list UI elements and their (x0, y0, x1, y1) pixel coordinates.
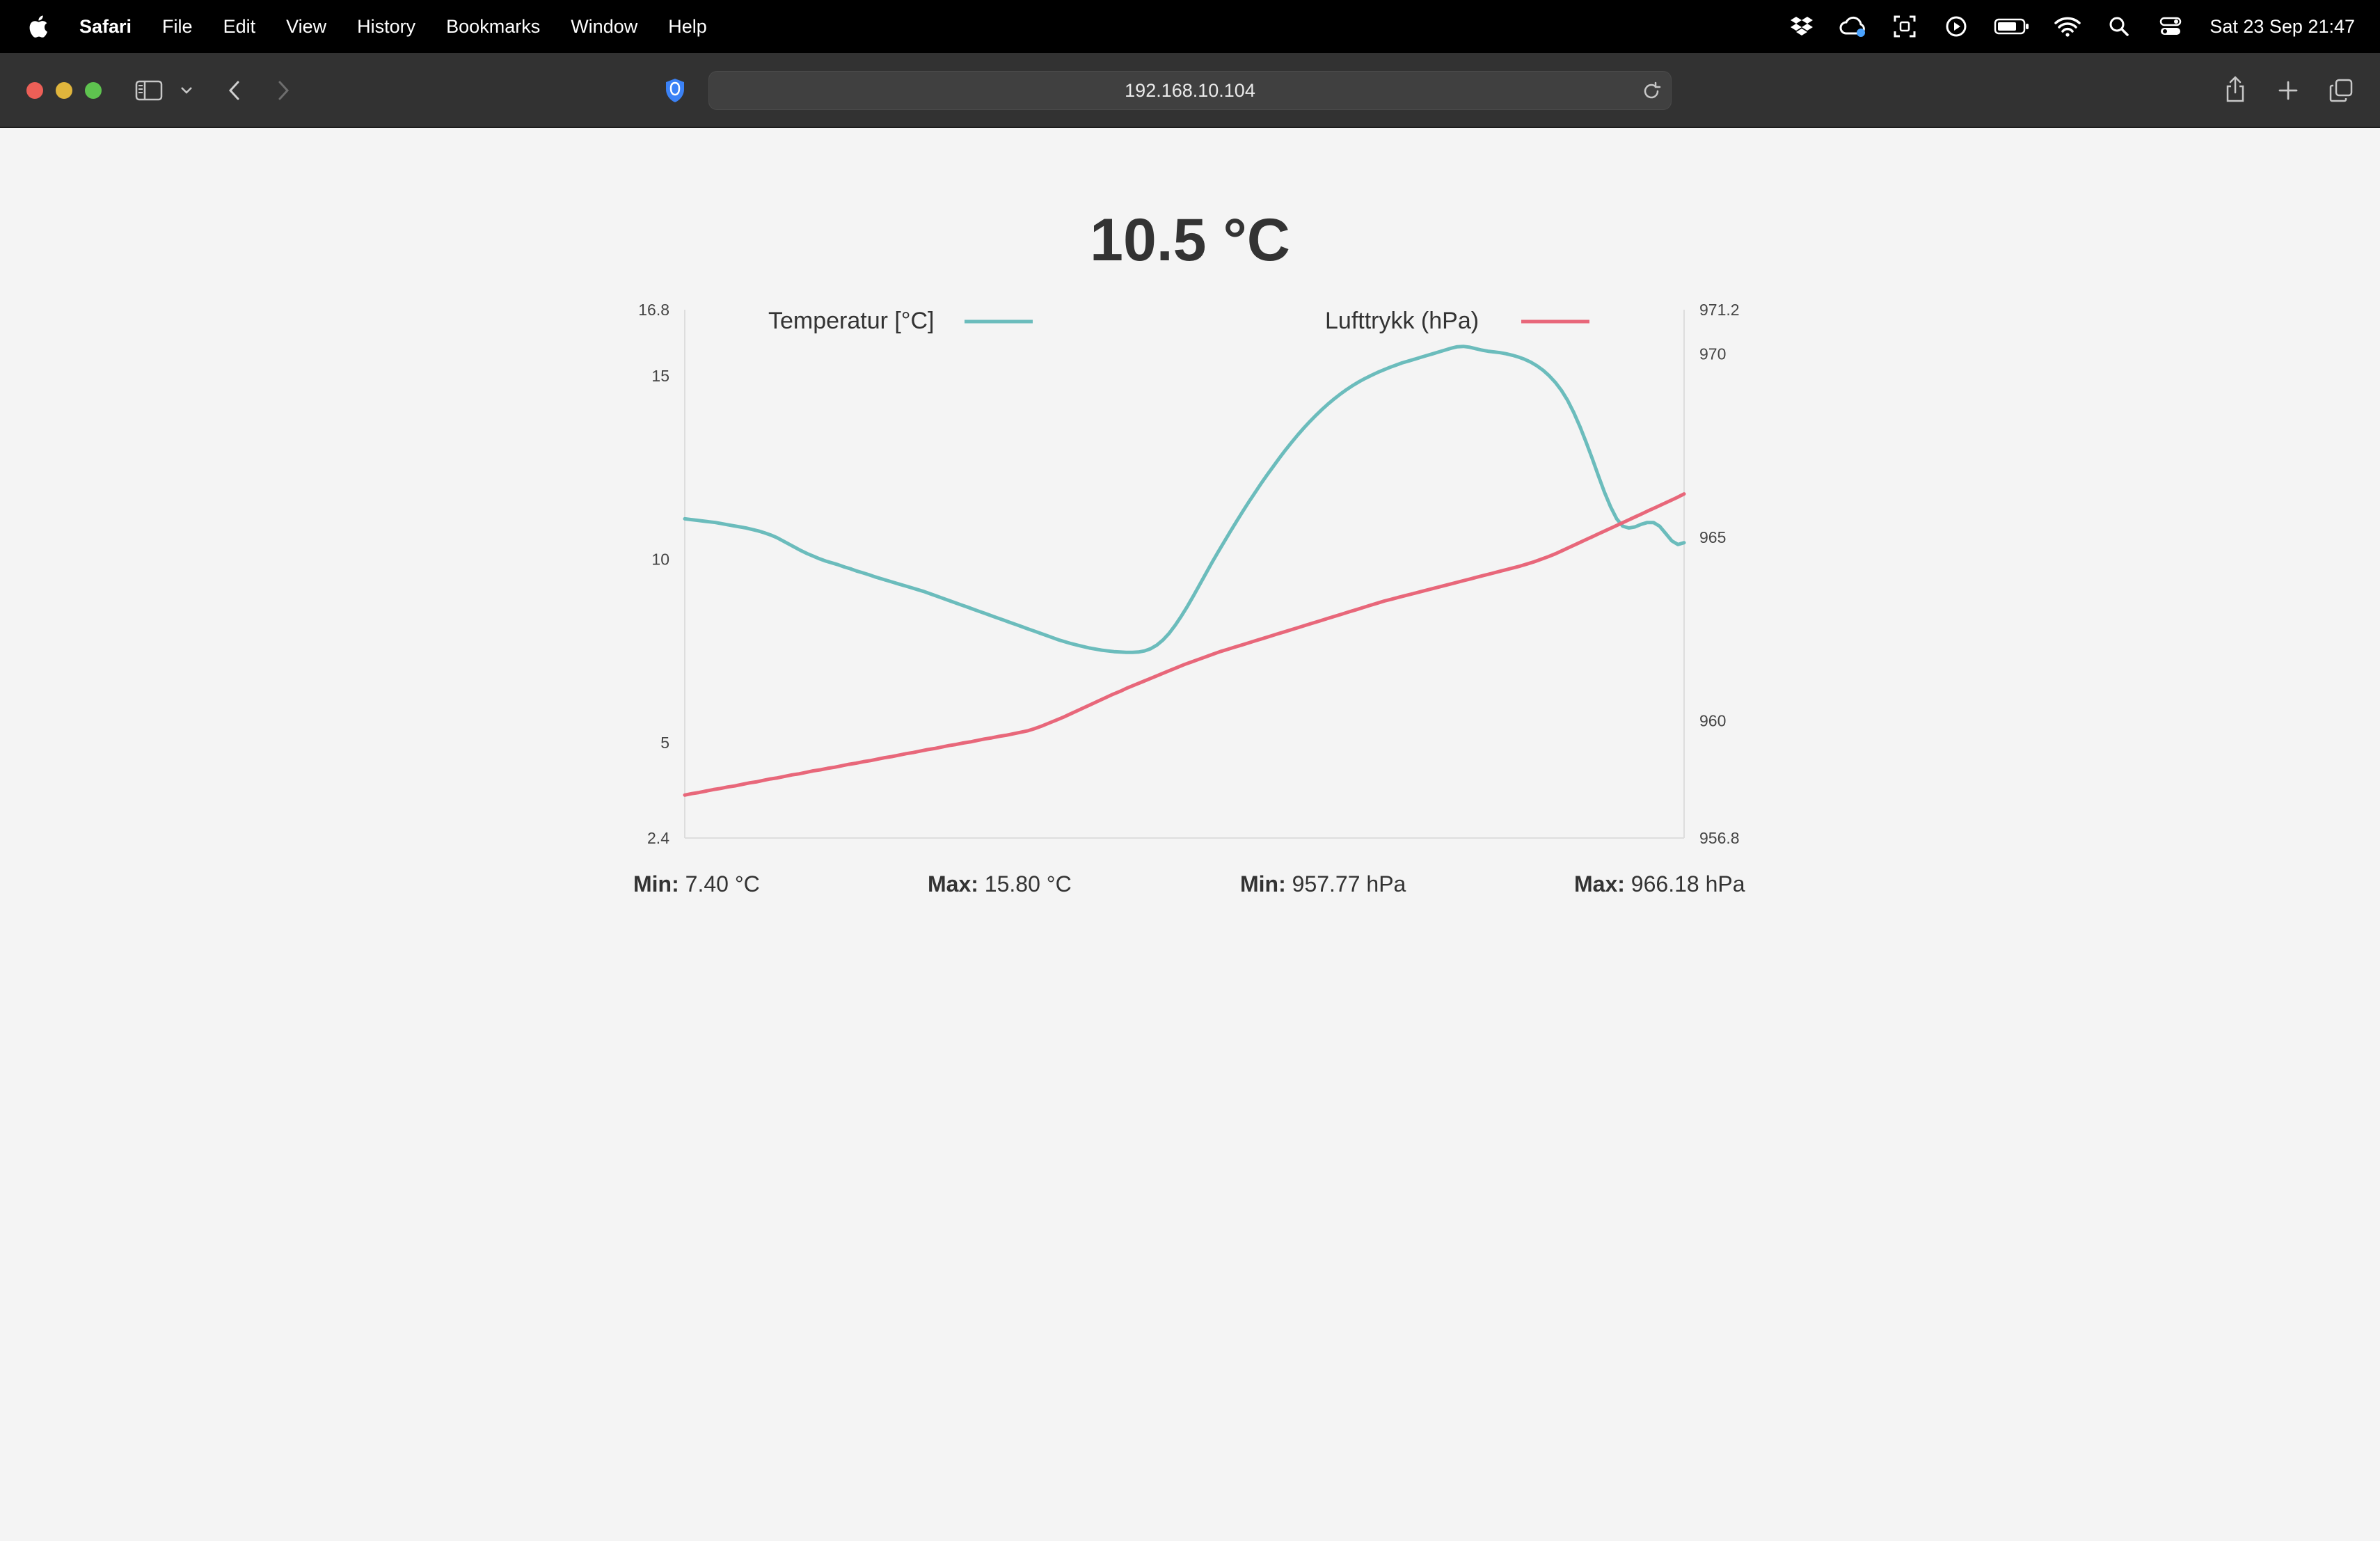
menu-file[interactable]: File (162, 16, 193, 38)
chart-ticks: 16.8 15 10 5 2.4 971.2 970 965 960 956.8 (638, 301, 1739, 847)
pressure-max-stat: Max: 966.18 hPa (1574, 871, 1745, 897)
left-tick-label: 15 (651, 367, 669, 385)
screen-capture-icon[interactable] (1891, 13, 1919, 40)
menu-bookmarks[interactable]: Bookmarks (446, 16, 540, 38)
stat-value: 15.80 °C (978, 871, 1072, 896)
forward-icon[interactable] (271, 77, 296, 104)
legend-label: Temperatur [°C] (768, 308, 934, 334)
menu-edit[interactable]: Edit (223, 16, 256, 38)
privacy-shield-icon[interactable] (661, 77, 689, 104)
temperature-line (683, 345, 1686, 654)
pressure-min-stat: Min: 957.77 hPa (1240, 871, 1406, 897)
right-tick-label: 960 (1699, 711, 1726, 729)
close-window-button[interactable] (26, 82, 43, 99)
web-page: 10.5 °C 16.8 15 10 5 2.4 971.2 970 965 960 956.8 … (0, 128, 2380, 1541)
search-icon[interactable] (2105, 13, 2133, 40)
dropbox-icon[interactable] (1788, 13, 1816, 40)
back-icon[interactable] (221, 77, 246, 104)
chart-legend: Temperatur [°C] Lufttrykk (hPa) (768, 308, 1589, 334)
right-tick-label: 971.2 (1699, 301, 1740, 319)
chevron-down-icon[interactable] (177, 81, 196, 100)
url-text[interactable]: 192.168.10.104 (1125, 80, 1255, 102)
menu-clock[interactable]: Sat 23 Sep 21:47 (2210, 16, 2355, 38)
share-icon[interactable] (2220, 72, 2251, 106)
stat-value: 966.18 hPa (1624, 871, 1745, 896)
stat-label: Max: (928, 871, 978, 896)
temp-min-stat: Min: 7.40 °C (633, 871, 760, 897)
menu-app-name[interactable]: Safari (79, 16, 132, 38)
right-tick-label: 970 (1699, 345, 1726, 363)
minimize-window-button[interactable] (56, 82, 72, 99)
menu-view[interactable]: View (286, 16, 326, 38)
sidebar-toggle-icon[interactable] (134, 77, 164, 104)
battery-icon[interactable] (1994, 13, 2030, 40)
right-tick-label: 965 (1699, 528, 1726, 546)
apple-menu-icon[interactable] (28, 15, 49, 38)
left-tick-label: 16.8 (638, 301, 669, 319)
menu-help[interactable]: Help (668, 16, 707, 38)
zoom-window-button[interactable] (85, 82, 102, 99)
left-tick-label: 10 (651, 550, 669, 568)
browser-toolbar: 192.168.10.104 (0, 53, 2380, 128)
weather-chart: 16.8 15 10 5 2.4 971.2 970 965 960 956.8 Temperat… (638, 301, 1739, 847)
menu-window[interactable]: Window (571, 16, 637, 38)
stat-label: Min: (1240, 871, 1286, 896)
stat-value: 957.77 hPa (1285, 871, 1406, 896)
control-center-icon[interactable] (2157, 13, 2184, 40)
chart-axes (684, 310, 1685, 839)
reload-icon[interactable] (1639, 79, 1664, 104)
new-tab-icon[interactable] (2273, 75, 2303, 106)
stat-value: 7.40 °C (679, 871, 760, 896)
left-tick-label: 2.4 (647, 829, 669, 847)
play-icon[interactable] (1942, 13, 1970, 40)
stat-label: Max: (1574, 871, 1625, 896)
chart-lines (683, 345, 1686, 797)
right-tick-label: 956.8 (1699, 829, 1740, 847)
tab-overview-icon[interactable] (2326, 75, 2356, 106)
address-bar[interactable]: 192.168.10.104 (708, 71, 1672, 110)
menu-history[interactable]: History (357, 16, 415, 38)
temp-max-stat: Max: 15.80 °C (928, 871, 1072, 897)
wifi-icon[interactable] (2054, 13, 2081, 40)
cloud-sync-icon[interactable] (1839, 13, 1867, 40)
legend-label: Lufttrykk (hPa) (1325, 308, 1479, 334)
stat-label: Min: (633, 871, 679, 896)
pressure-line (683, 492, 1686, 797)
left-tick-label: 5 (660, 734, 669, 752)
menu-bar: Safari File Edit View History Bookmarks … (0, 0, 2380, 53)
